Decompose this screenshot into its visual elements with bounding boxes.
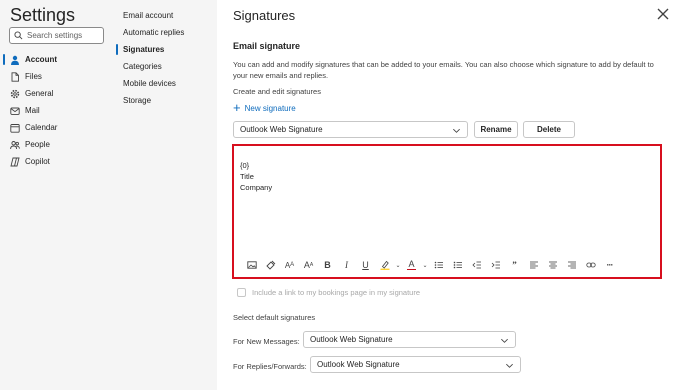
decrease-indent-icon[interactable] <box>467 259 486 271</box>
new-messages-label: For New Messages: <box>233 337 300 346</box>
create-edit-label: Create and edit signatures <box>233 87 321 96</box>
nav-item-general[interactable]: General <box>0 85 113 102</box>
rename-button[interactable]: Rename <box>474 121 518 138</box>
chevron-down-icon <box>506 363 513 368</box>
replies-select-value: Outlook Web Signature <box>317 360 400 369</box>
plus-icon: + <box>233 100 241 115</box>
nav-item-copilot[interactable]: Copilot <box>0 153 113 170</box>
bullet-list-icon[interactable] <box>429 259 448 271</box>
nav-item-label: Account <box>25 55 57 64</box>
calendar-icon <box>10 123 20 133</box>
align-left-icon[interactable] <box>524 259 543 271</box>
replies-label: For Replies/Forwards: <box>233 362 307 371</box>
align-center-icon[interactable] <box>543 259 562 271</box>
bookings-link-checkbox[interactable] <box>237 288 246 297</box>
section-description: You can add and modify signatures that c… <box>233 60 654 80</box>
new-signature-label: New signature <box>244 103 296 113</box>
signature-line: {0} <box>240 161 250 170</box>
align-right-icon[interactable] <box>562 259 581 271</box>
copilot-icon <box>10 157 20 167</box>
settings-title: Settings <box>10 5 76 25</box>
mail-icon <box>10 106 20 116</box>
signature-select[interactable]: Outlook Web Signature <box>233 121 468 138</box>
nav-item-label: People <box>25 140 50 149</box>
nav-item-mail[interactable]: Mail <box>0 102 113 119</box>
subnav-item-automatic-replies[interactable]: Automatic replies <box>113 24 217 41</box>
signature-editor-content[interactable]: {0} Title Company <box>240 160 272 193</box>
subnav-item-mobile-devices[interactable]: Mobile devices <box>113 75 217 92</box>
nav-item-people[interactable]: People <box>0 136 113 153</box>
chevron-down-icon[interactable]: ⌄ <box>421 259 429 271</box>
settings-nav: Settings Account Files General Mail Cale… <box>0 0 113 390</box>
file-icon <box>10 71 20 82</box>
signature-line: Title <box>240 172 254 181</box>
search-icon <box>14 31 23 40</box>
nav-item-label: Mail <box>25 106 40 115</box>
bookings-link-option: Include a link to my bookings page in my… <box>237 288 420 297</box>
subnav-item-categories[interactable]: Categories <box>113 58 217 75</box>
close-icon[interactable] <box>656 7 670 21</box>
italic-icon[interactable]: I <box>337 259 356 271</box>
insert-image-icon[interactable] <box>242 259 261 271</box>
nav-item-files[interactable]: Files <box>0 68 113 85</box>
section-title: Email signature <box>233 41 301 51</box>
bookings-link-label: Include a link to my bookings page in my… <box>252 288 421 297</box>
nav-item-calendar[interactable]: Calendar <box>0 119 113 136</box>
delete-button[interactable]: Delete <box>523 121 575 138</box>
chevron-down-icon[interactable]: ⌄ <box>394 259 402 271</box>
replies-select[interactable]: Outlook Web Signature <box>310 356 521 373</box>
new-messages-select[interactable]: Outlook Web Signature <box>303 331 516 348</box>
font-size-icon[interactable]: AA <box>280 259 299 271</box>
default-signatures-label: Select default signatures <box>233 313 316 322</box>
quote-icon[interactable]: ” <box>505 259 524 271</box>
nav-item-label: Calendar <box>25 123 58 132</box>
underline-icon[interactable]: U <box>356 259 375 271</box>
people-icon <box>10 140 20 150</box>
gear-icon <box>10 89 20 99</box>
more-options-icon[interactable]: ··· <box>600 259 619 271</box>
search-box[interactable] <box>9 27 107 44</box>
chevron-down-icon <box>501 338 508 343</box>
increase-indent-icon[interactable] <box>486 259 505 271</box>
new-messages-select-value: Outlook Web Signature <box>310 335 393 344</box>
page-title: Signatures <box>233 8 296 23</box>
search-input[interactable] <box>27 31 107 40</box>
chevron-down-icon <box>453 128 460 133</box>
font-color-icon[interactable]: A <box>402 259 421 271</box>
subnav-item-email-account[interactable]: Email account <box>113 7 217 24</box>
new-signature-button[interactable]: + New signature <box>233 100 296 115</box>
bold-icon[interactable]: B <box>318 259 337 271</box>
signature-editor[interactable]: {0} Title Company AA AA B I U ⌄ A ⌄ ” ··… <box>232 144 662 279</box>
highlighter-icon[interactable] <box>375 259 394 271</box>
signatures-panel: Signatures Email signature You can add a… <box>217 0 677 390</box>
link-icon[interactable] <box>581 259 600 271</box>
subnav-item-signatures[interactable]: Signatures <box>113 41 217 58</box>
person-icon <box>10 55 20 65</box>
superscript-icon[interactable]: AA <box>299 259 318 271</box>
signature-select-value: Outlook Web Signature <box>240 125 323 134</box>
mail-subnav: Email account Automatic replies Signatur… <box>113 0 217 390</box>
subnav-item-storage[interactable]: Storage <box>113 92 217 109</box>
nav-item-label: Files <box>25 72 42 81</box>
nav-item-label: Copilot <box>25 157 50 166</box>
signature-line: Company <box>240 183 273 192</box>
format-painter-icon[interactable] <box>261 259 280 271</box>
formatting-toolbar: AA AA B I U ⌄ A ⌄ ” ··· <box>242 259 619 271</box>
nav-item-account[interactable]: Account <box>0 51 113 68</box>
numbered-list-icon[interactable] <box>448 259 467 271</box>
nav-item-label: General <box>25 89 54 98</box>
